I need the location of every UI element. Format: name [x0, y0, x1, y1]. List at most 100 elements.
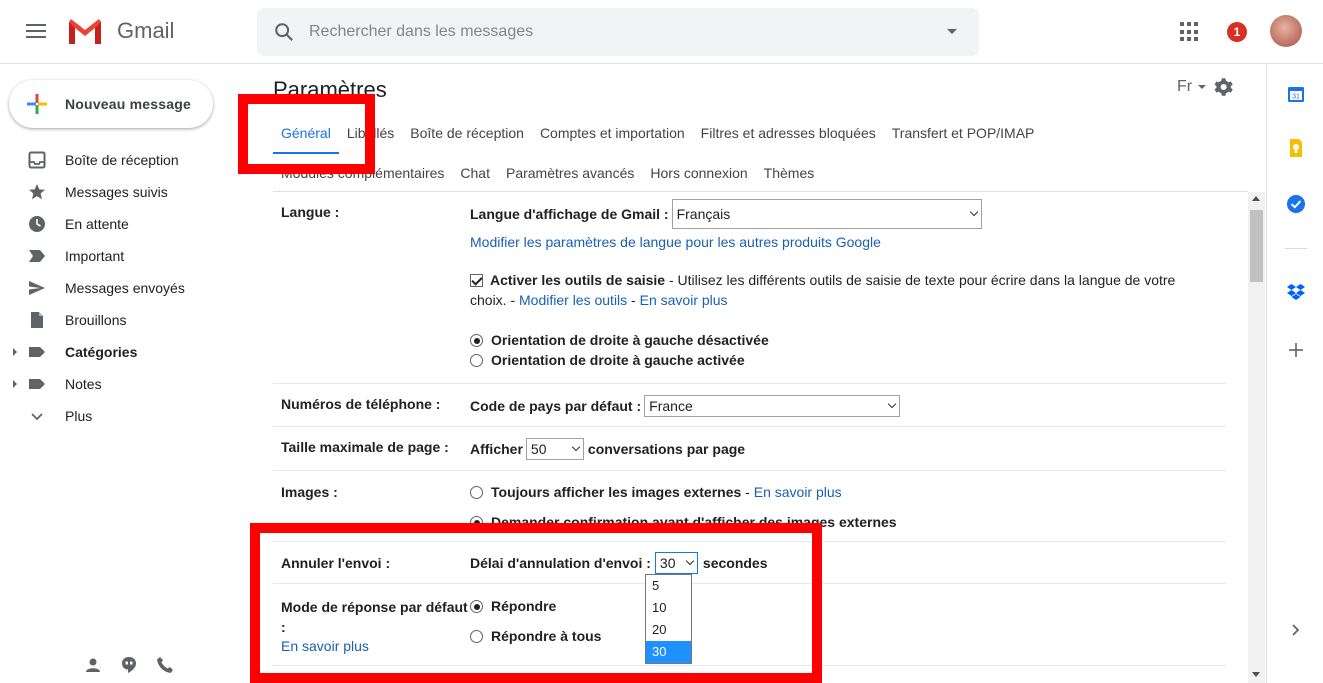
display-language-value: Français — [676, 206, 731, 222]
sidebar-item-notes[interactable]: Notes — [0, 368, 250, 400]
svg-text:31: 31 — [1292, 94, 1300, 101]
reply-mode-learn-more-link[interactable]: En savoir plus — [281, 638, 369, 654]
main-menu-icon[interactable] — [22, 20, 50, 44]
add-addon-icon[interactable] — [1286, 340, 1306, 360]
sidebar-item-starred[interactable]: Messages suivis — [0, 176, 250, 208]
page-size-label: Taille maximale de page : — [281, 439, 449, 455]
undo-delay-select[interactable]: 30 — [654, 552, 698, 574]
chevron-right-icon[interactable] — [1286, 620, 1306, 640]
sidebar-item-drafts[interactable]: Brouillons — [0, 304, 250, 336]
settings-scrollbar[interactable] — [1248, 192, 1265, 683]
rtl-off-label: Orientation de droite à gauche désactivé… — [491, 332, 769, 348]
sidebar-item-categories[interactable]: Catégories — [0, 336, 250, 368]
ask-images-option[interactable]: Demander confirmation avant d'afficher d… — [470, 512, 897, 532]
gear-icon[interactable] — [1213, 76, 1235, 98]
learn-more-link[interactable]: En savoir plus — [754, 484, 842, 500]
dropbox-icon[interactable] — [1286, 282, 1306, 302]
gmail-m-icon — [69, 19, 101, 44]
rtl-on-label: Orientation de droite à gauche activée — [491, 352, 745, 368]
gmail-logo[interactable]: Gmail — [66, 16, 174, 46]
scroll-up-icon[interactable] — [1252, 196, 1260, 201]
input-tools-checkbox[interactable] — [470, 274, 483, 287]
ask-images-radio[interactable] — [470, 516, 483, 529]
input-tools-description: - Utilisez les différents outils de sais… — [665, 272, 1176, 288]
settings-main: Paramètres Fr Général Libellés Boîte de … — [250, 64, 1266, 683]
separator-text: - — [627, 292, 640, 308]
always-show-radio[interactable] — [470, 486, 483, 499]
avatar[interactable] — [1270, 15, 1302, 47]
rtl-off-option[interactable]: Orientation de droite à gauche désactivé… — [470, 330, 1210, 350]
notification-badge[interactable]: 1 — [1227, 22, 1247, 42]
reply-all-radio[interactable] — [470, 630, 483, 643]
sidebar-item-more[interactable]: Plus — [0, 400, 250, 432]
tab-addons[interactable]: Modules complémentaires — [273, 164, 452, 186]
label-icon — [29, 347, 45, 357]
sidebar-item-snoozed[interactable]: En attente — [0, 208, 250, 240]
sidebar-item-sent[interactable]: Messages envoyés — [0, 272, 250, 304]
important-icon — [29, 250, 45, 262]
search-icon[interactable] — [273, 21, 295, 43]
reply-all-option[interactable]: Répondre à tous — [470, 626, 601, 646]
tab-offline[interactable]: Hors connexion — [642, 164, 755, 186]
language-settings: Langue d'affichage de Gmail : Français M… — [470, 199, 1210, 370]
tab-accounts-import[interactable]: Comptes et importation — [532, 124, 693, 146]
conversations-per-page-label: conversations par page — [587, 441, 746, 457]
tab-forwarding-pop-imap[interactable]: Transfert et POP/IMAP — [884, 124, 1043, 146]
undo-delay-option[interactable]: 10 — [646, 597, 691, 619]
sidebar-item-label: En attente — [65, 216, 129, 232]
undo-delay-option-selected[interactable]: 30 — [646, 641, 691, 663]
country-code-label: Code de pays par défaut : — [470, 398, 642, 414]
tab-labels[interactable]: Libellés — [339, 124, 402, 146]
scroll-thumb[interactable] — [1250, 210, 1263, 282]
tab-general[interactable]: Général — [273, 124, 339, 154]
reply-option[interactable]: Répondre — [470, 596, 601, 616]
display-language-select[interactable]: Français — [671, 199, 982, 229]
rtl-on-radio[interactable] — [470, 354, 483, 367]
learn-more-link[interactable]: En savoir plus — [640, 292, 728, 308]
phone-icon[interactable] — [156, 656, 174, 674]
tab-advanced[interactable]: Paramètres avancés — [498, 164, 642, 186]
undo-delay-option[interactable]: 20 — [646, 619, 691, 641]
scroll-down-icon[interactable] — [1252, 672, 1260, 677]
always-show-images-option[interactable]: Toujours afficher les images externes - … — [470, 482, 897, 502]
tab-inbox[interactable]: Boîte de réception — [402, 124, 532, 146]
other-products-language-link[interactable]: Modifier les paramètres de langue pour l… — [470, 234, 881, 250]
apps-grid-icon[interactable] — [1180, 22, 1200, 42]
search-options-icon[interactable] — [947, 29, 957, 34]
search-input[interactable] — [309, 20, 909, 44]
tab-chat[interactable]: Chat — [452, 164, 498, 186]
reply-mode-label-line2: : — [281, 619, 286, 635]
reply-radio[interactable] — [470, 600, 483, 613]
show-label: Afficher — [470, 441, 523, 457]
undo-delay-option[interactable]: 5 — [646, 575, 691, 597]
expand-arrow-icon[interactable] — [13, 380, 17, 388]
contacts-icon[interactable] — [84, 656, 102, 674]
settings-tabs-row1: Général Libellés Boîte de réception Comp… — [273, 124, 1043, 154]
hangouts-icon[interactable] — [120, 656, 138, 674]
input-tools-selector[interactable]: Fr — [1177, 78, 1207, 96]
expand-arrow-icon[interactable] — [13, 348, 17, 356]
side-panel-divider — [1285, 248, 1307, 249]
plus-icon — [27, 94, 47, 114]
sidebar-item-important[interactable]: Important — [0, 240, 250, 272]
chevron-down-icon — [571, 442, 581, 452]
rtl-off-radio[interactable] — [470, 334, 483, 347]
side-panel: 31 — [1266, 64, 1323, 683]
page-size-select[interactable]: 50 — [525, 438, 584, 460]
edit-tools-link[interactable]: Modifier les outils — [519, 292, 627, 308]
tab-themes[interactable]: Thèmes — [756, 164, 823, 186]
search-bar[interactable] — [257, 8, 979, 56]
reply-mode-label: Mode de réponse par défaut : — [281, 597, 468, 637]
sidebar-item-label: Plus — [65, 408, 93, 424]
compose-button[interactable]: Nouveau message — [9, 80, 213, 128]
keep-icon[interactable] — [1286, 138, 1306, 158]
sidebar-item-label: Notes — [65, 376, 102, 392]
undo-send-settings: Délai d'annulation d'envoi : 30 secondes — [470, 552, 768, 574]
country-code-value: France — [649, 398, 693, 414]
tasks-icon[interactable] — [1286, 194, 1306, 214]
rtl-on-option[interactable]: Orientation de droite à gauche activée — [470, 350, 1210, 370]
country-code-select[interactable]: France — [644, 395, 901, 417]
sidebar-item-inbox[interactable]: Boîte de réception — [0, 144, 250, 176]
calendar-icon[interactable]: 31 — [1286, 84, 1306, 104]
tab-filters-blocked[interactable]: Filtres et adresses bloquées — [693, 124, 884, 146]
